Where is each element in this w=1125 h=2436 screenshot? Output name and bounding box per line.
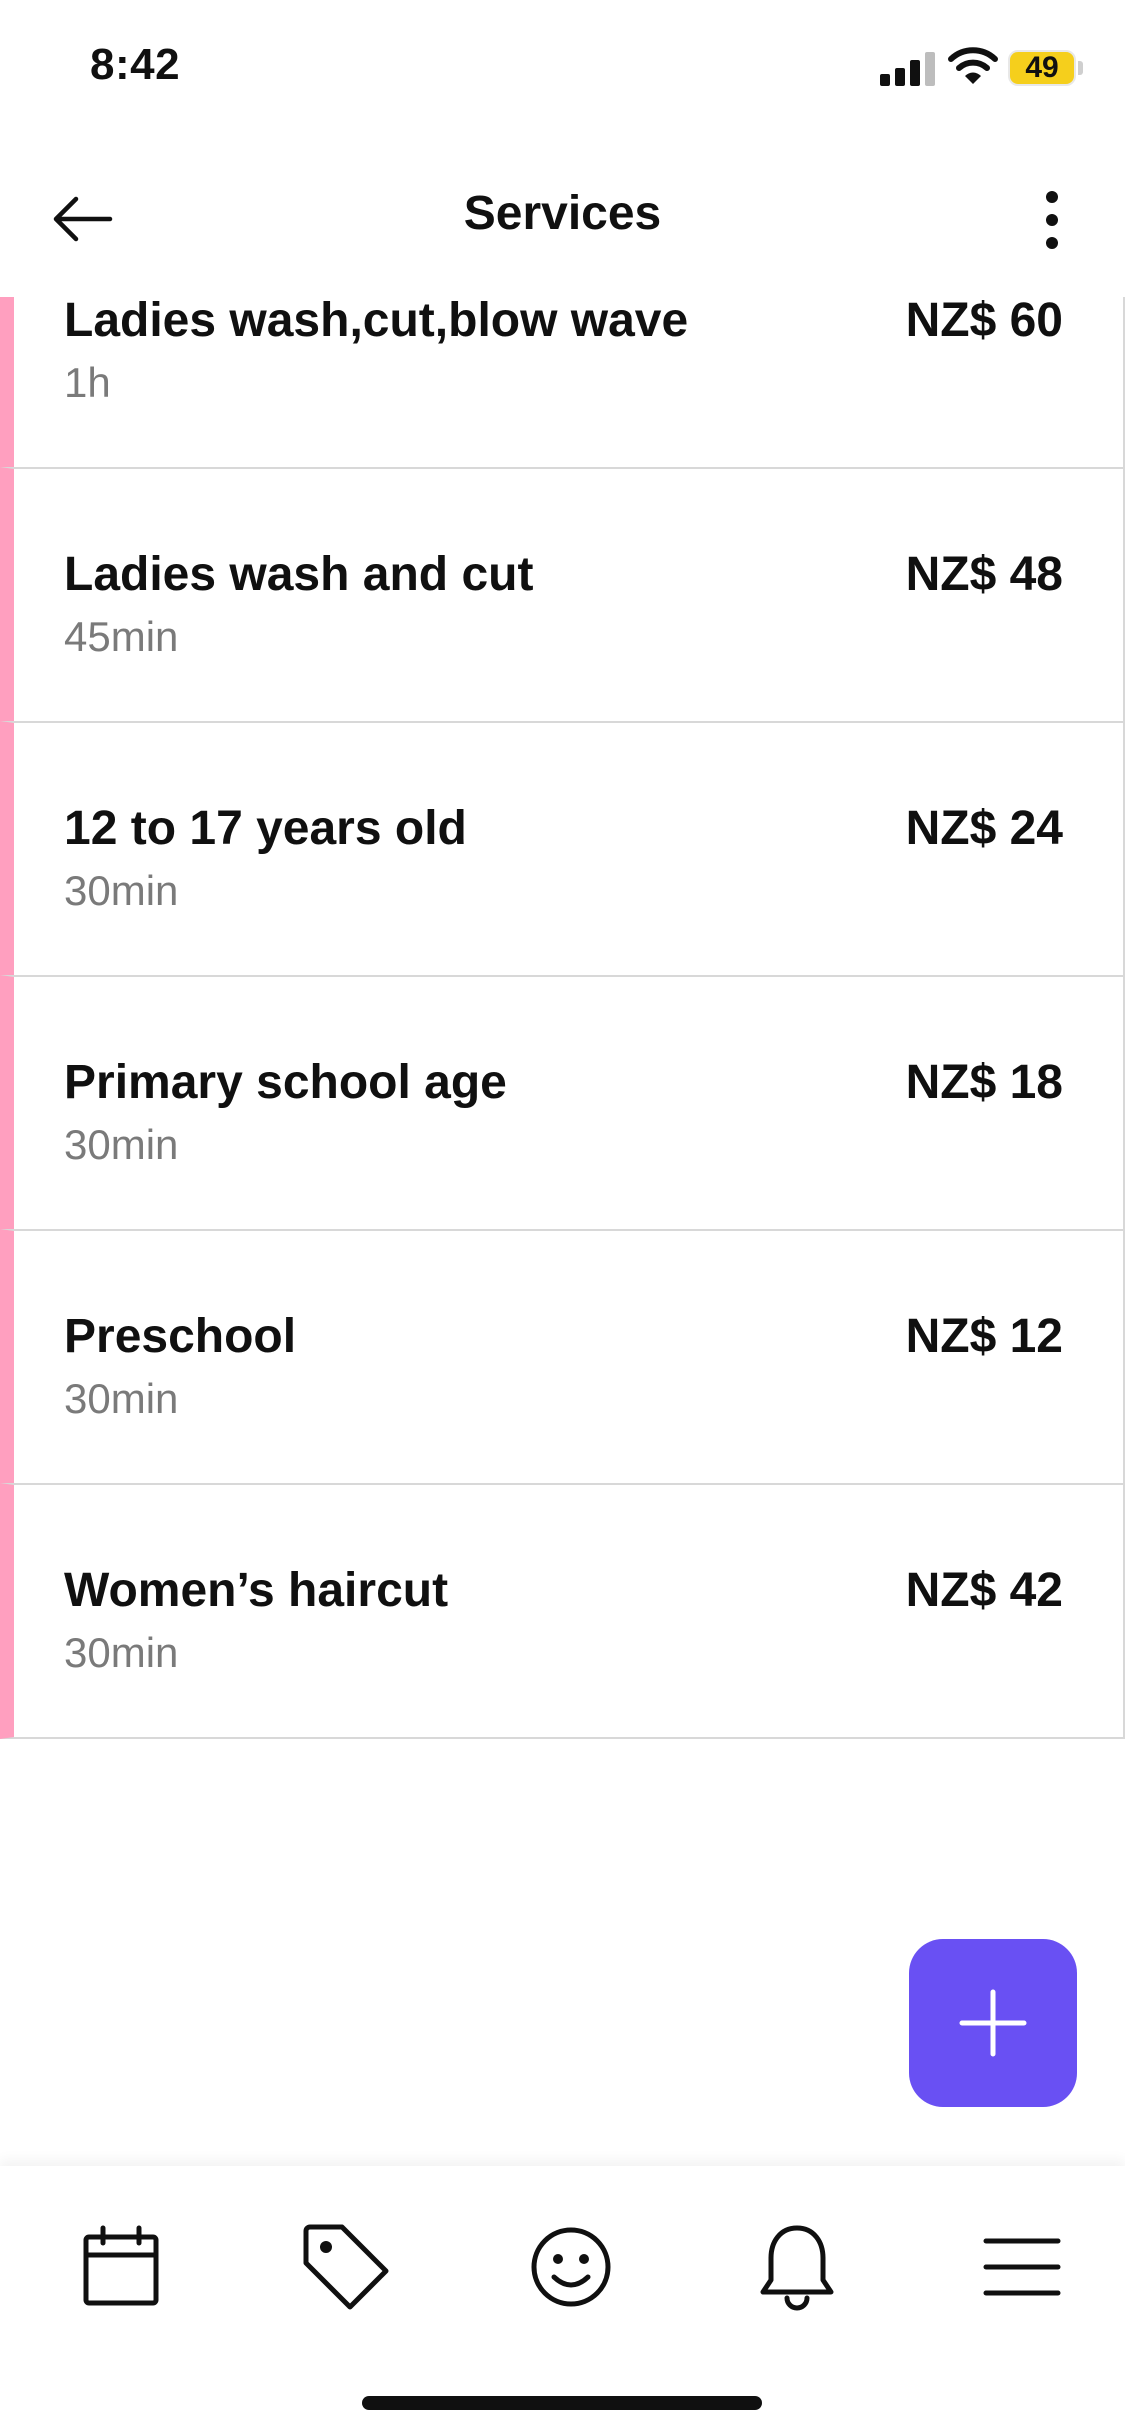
page-title: Services [463, 187, 662, 240]
bell-icon [760, 2225, 834, 2311]
service-item[interactable]: Preschool 30min NZ$ 12 [0, 1229, 1125, 1485]
service-price: NZ$ 12 [905, 1310, 1063, 1363]
service-price: NZ$ 42 [905, 1564, 1063, 1617]
service-name: Preschool [64, 1310, 297, 1363]
service-list: Ladies wash,cut,blow wave 1h NZ$ 60 Ladi… [0, 297, 1125, 1747]
service-duration: 30min [64, 1629, 179, 1676]
status-bar: 8:42 49 [0, 0, 1125, 140]
service-price: NZ$ 48 [905, 548, 1063, 601]
service-price: NZ$ 24 [905, 802, 1063, 855]
tab-services[interactable] [291, 2212, 401, 2322]
service-item[interactable]: Women’s haircut 30min NZ$ 42 [0, 1483, 1125, 1739]
tab-menu[interactable] [967, 2212, 1077, 2322]
battery-icon: 49 [1008, 50, 1076, 86]
home-indicator [362, 2396, 762, 2410]
service-duration: 30min [64, 1121, 179, 1168]
tab-calendar[interactable] [66, 2212, 176, 2322]
service-item[interactable]: Ladies wash,cut,blow wave 1h NZ$ 60 [0, 297, 1125, 469]
nav-bar: Services [0, 140, 1125, 297]
service-name: Ladies wash and cut [64, 548, 534, 601]
status-time: 8:42 [90, 40, 181, 89]
service-item[interactable]: Ladies wash and cut 45min NZ$ 48 [0, 467, 1125, 723]
service-name: Ladies wash,cut,blow wave [64, 297, 689, 347]
service-duration: 1h [64, 359, 111, 406]
tab-notifications[interactable] [742, 2212, 852, 2322]
wifi-icon [948, 47, 998, 84]
plus-icon [959, 1989, 1027, 2057]
calendar-icon [83, 2225, 159, 2306]
battery-cap [1078, 61, 1083, 75]
service-item[interactable]: Primary school age 30min NZ$ 18 [0, 975, 1125, 1231]
service-duration: 45min [64, 613, 179, 660]
service-name: Women’s haircut [64, 1564, 449, 1617]
service-duration: 30min [64, 1375, 179, 1422]
service-name: Primary school age [64, 1056, 507, 1109]
tab-clients[interactable] [516, 2212, 626, 2322]
smiley-icon [531, 2227, 611, 2307]
menu-icon [983, 2238, 1061, 2296]
battery-level: 49 [1025, 51, 1059, 84]
service-item[interactable]: 12 to 17 years old 30min NZ$ 24 [0, 721, 1125, 977]
tag-icon [303, 2224, 389, 2310]
services-screen: 8:42 49 Services Ladies wash,cut,blow wa… [0, 0, 1125, 2436]
signal-icon [880, 52, 936, 86]
more-options-button[interactable] [1030, 182, 1074, 258]
service-name: 12 to 17 years old [64, 802, 467, 855]
more-vertical-icon [1046, 191, 1058, 249]
add-service-button[interactable] [909, 1939, 1077, 2107]
service-duration: 30min [64, 867, 179, 914]
service-price: NZ$ 18 [905, 1056, 1063, 1109]
service-price: NZ$ 60 [905, 297, 1063, 347]
